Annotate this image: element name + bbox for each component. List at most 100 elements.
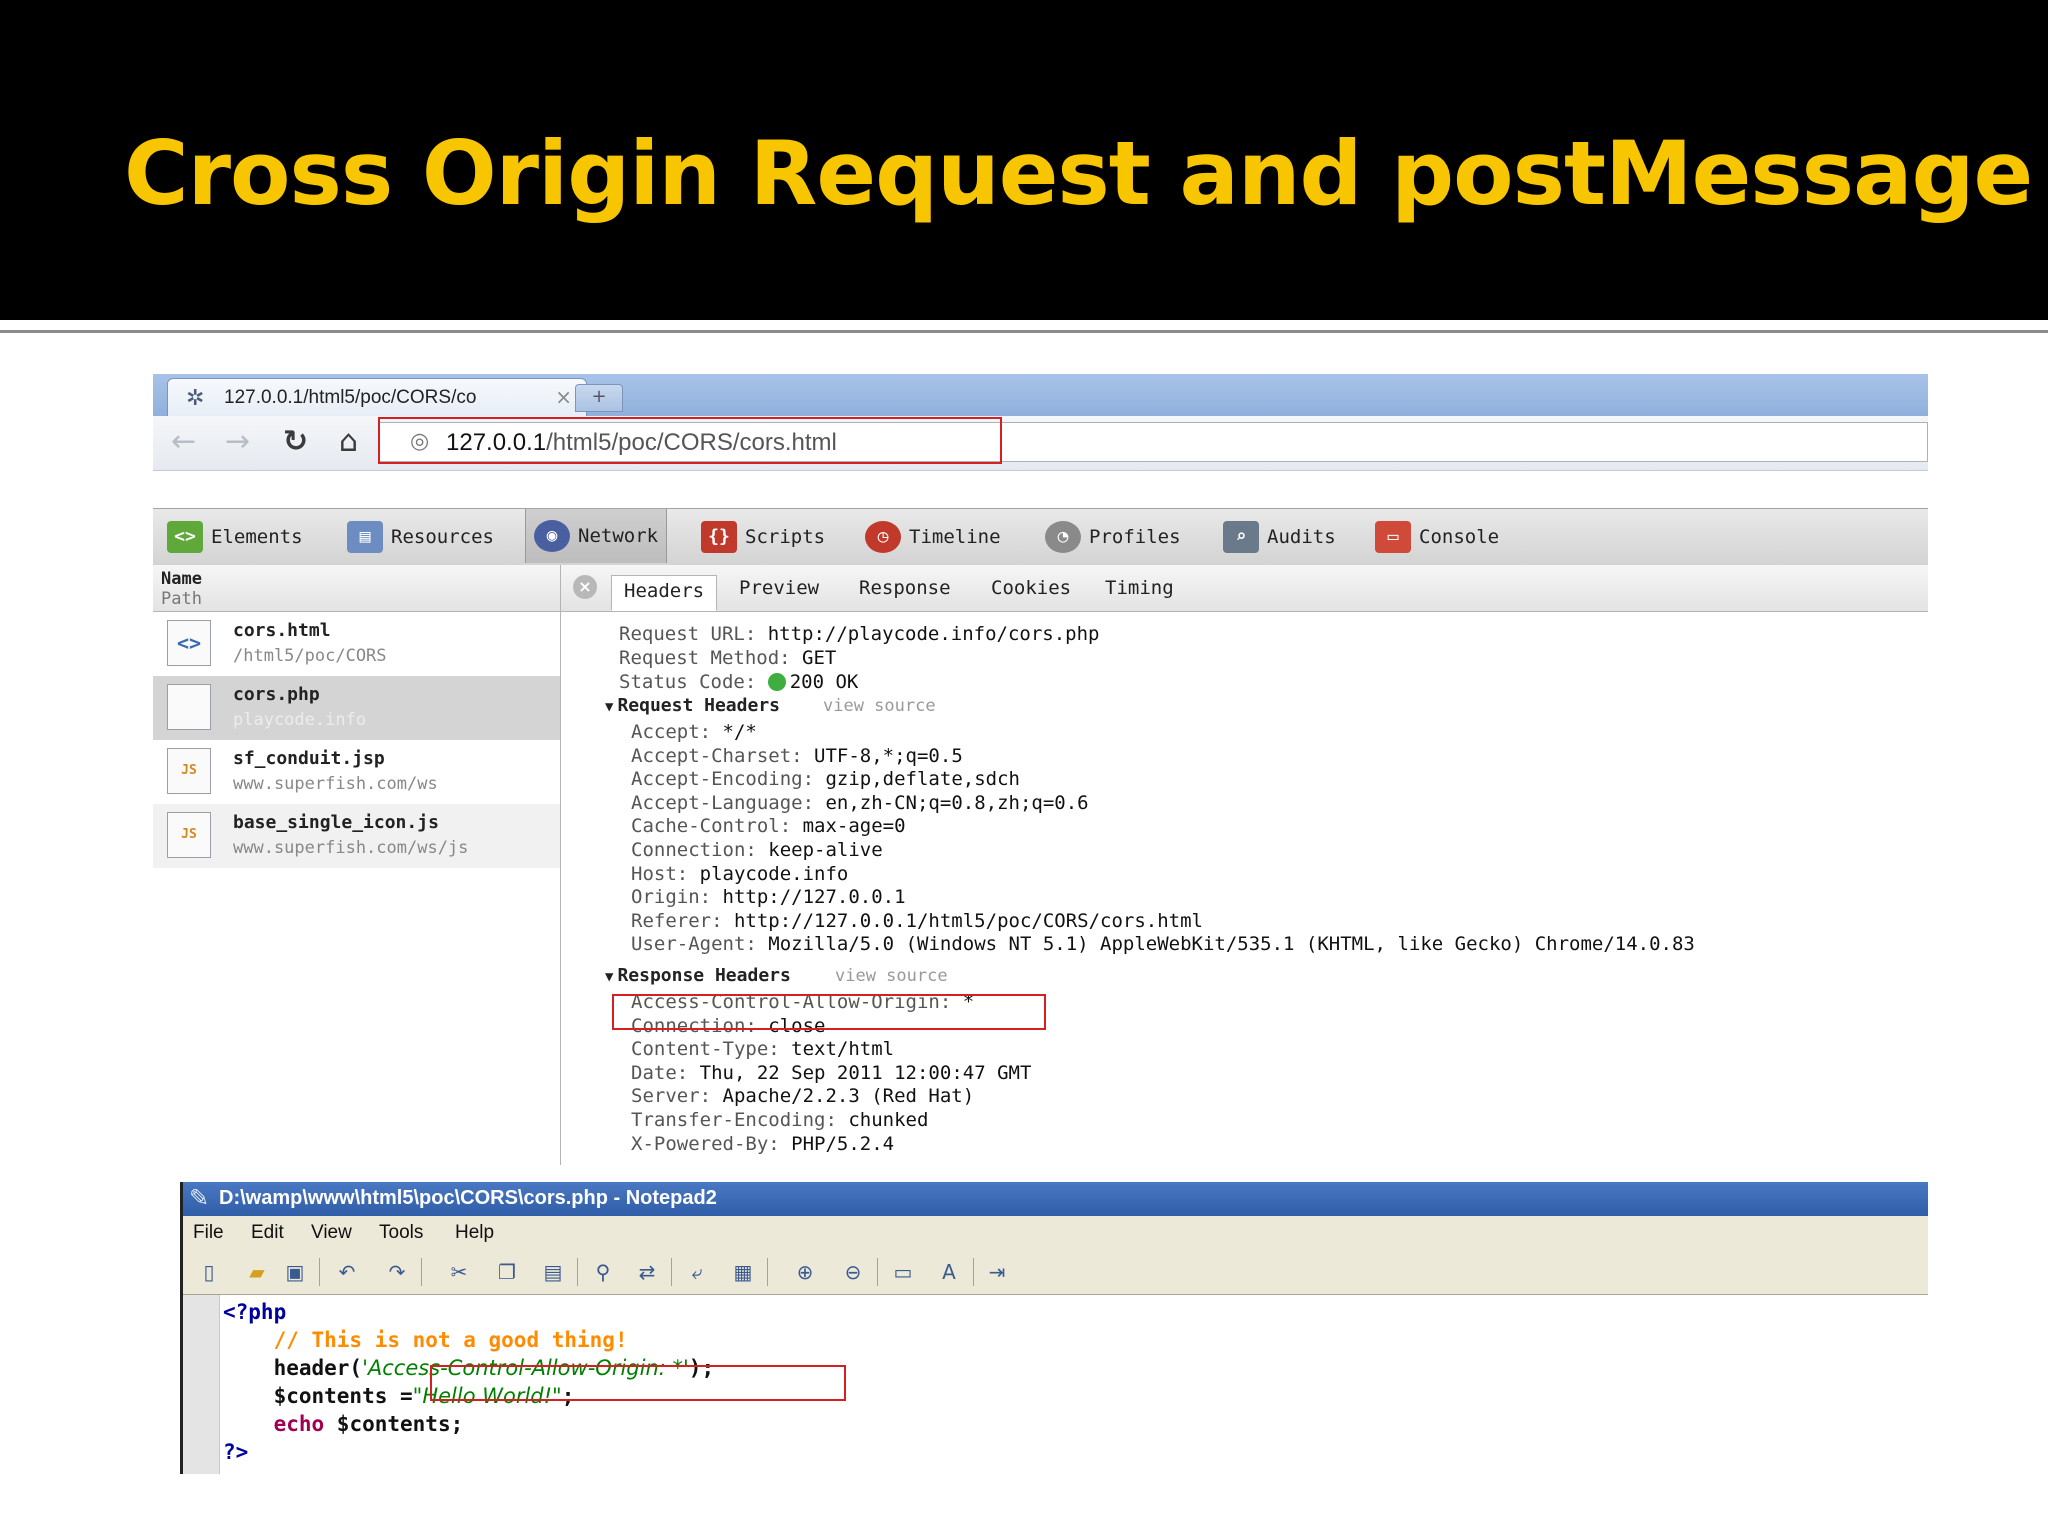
find-icon[interactable]: ⚲: [589, 1258, 617, 1286]
request-headers-toggle[interactable]: ▼ Request Headers: [605, 695, 780, 716]
header-line: Status Code: 200 OK: [619, 671, 859, 693]
browser-tab[interactable]: ✲ 127.0.0.1/html5/poc/CORS/co ×: [167, 378, 587, 416]
view-icon[interactable]: ▭: [889, 1258, 917, 1286]
tab-response[interactable]: Response: [859, 577, 951, 599]
header-value: */*: [722, 721, 757, 743]
network-icon: ◉: [534, 520, 570, 552]
header-line: X-Powered-By: PHP/5.2.4: [631, 1133, 894, 1155]
document-icon: [167, 684, 211, 730]
header-line: Transfer-Encoding: chunked: [631, 1109, 928, 1131]
header-line: Origin: http://127.0.0.1: [631, 886, 906, 908]
settings-icon[interactable]: ▦: [729, 1258, 757, 1286]
tab-audits[interactable]: ⌕ Audits: [1223, 515, 1336, 559]
tab-scripts[interactable]: {} Scripts: [701, 515, 825, 559]
scripts-icon: {}: [701, 521, 737, 553]
header-divider: [0, 330, 2048, 333]
request-name: base_single_icon.js: [233, 812, 439, 833]
view-source-link[interactable]: view source: [835, 966, 948, 986]
font-icon[interactable]: A: [935, 1258, 963, 1286]
header-key: Cache-Control:: [631, 815, 792, 838]
back-icon[interactable]: ←: [171, 426, 196, 458]
browser-tabstrip: ✲ 127.0.0.1/html5/poc/CORS/co × +: [153, 374, 1928, 416]
request-path: playcode.info: [233, 710, 367, 730]
request-row[interactable]: JS sf_conduit.jsp www.superfish.com/ws: [153, 740, 560, 804]
profiles-icon: ◔: [1045, 521, 1081, 553]
open-folder-icon[interactable]: ▰: [243, 1258, 271, 1286]
header-line: Accept: */*: [631, 721, 757, 743]
request-list-header[interactable]: Name Path: [153, 565, 560, 612]
view-source-link[interactable]: view source: [823, 696, 936, 716]
tab-cookies[interactable]: Cookies: [991, 577, 1071, 599]
save-icon[interactable]: ▣: [281, 1258, 309, 1286]
word-wrap-icon[interactable]: ⤶: [683, 1258, 711, 1286]
menu-file[interactable]: File: [193, 1222, 224, 1244]
undo-icon[interactable]: ↶: [333, 1258, 361, 1286]
timeline-icon: ◷: [865, 521, 901, 553]
header-line: Date: Thu, 22 Sep 2011 12:00:47 GMT: [631, 1062, 1031, 1084]
home-icon[interactable]: ⌂: [339, 426, 358, 458]
menu-edit[interactable]: Edit: [251, 1222, 284, 1244]
request-path: www.superfish.com/ws: [233, 774, 438, 794]
tab-profiles[interactable]: ◔ Profiles: [1045, 515, 1181, 559]
header-line: Server: Apache/2.2.3 (Red Hat): [631, 1085, 974, 1107]
reload-icon[interactable]: ↻: [283, 426, 308, 458]
tab-console[interactable]: ▭ Console: [1375, 515, 1499, 559]
header-value: PHP/5.2.4: [791, 1132, 895, 1155]
notepad-titlebar: ✎ D:\wamp\www\html5\poc\CORS\cors.php - …: [183, 1182, 1928, 1216]
new-file-icon[interactable]: ▯: [195, 1258, 223, 1286]
cut-icon[interactable]: ✂: [445, 1258, 473, 1286]
js-file-icon: JS: [167, 748, 211, 794]
exit-icon[interactable]: ⇥: [983, 1258, 1011, 1286]
name-column-header: Name: [161, 569, 202, 589]
request-details: × Headers Preview Response Cookies Timin…: [561, 565, 1928, 1165]
header-key: Server:: [631, 1085, 712, 1108]
header-value: max-age=0: [802, 815, 906, 838]
tab-timing[interactable]: Timing: [1105, 577, 1174, 599]
header-value: keep-alive: [768, 839, 883, 861]
tab-preview[interactable]: Preview: [739, 577, 819, 599]
tab-label: Profiles: [1089, 526, 1181, 548]
tab-timeline[interactable]: ◷ Timeline: [865, 515, 1001, 559]
triangle-down-icon: ▼: [605, 699, 614, 715]
zoom-in-icon[interactable]: ⊕: [791, 1258, 819, 1286]
close-icon[interactable]: ×: [555, 385, 572, 409]
path-column-header: Path: [161, 589, 202, 609]
header-value: Thu, 22 Sep 2011 12:00:47 GMT: [699, 1061, 1032, 1084]
request-row[interactable]: JS base_single_icon.js www.superfish.com…: [153, 804, 560, 868]
header-line: Host: playcode.info: [631, 863, 848, 885]
header-key: Host:: [631, 862, 689, 885]
header-key: X-Powered-By:: [631, 1132, 780, 1155]
tab-resources[interactable]: ▤ Resources: [347, 515, 494, 559]
header-value: text/html: [791, 1038, 895, 1061]
paste-icon[interactable]: ▤: [539, 1258, 567, 1286]
request-row-selected[interactable]: cors.php playcode.info: [153, 676, 560, 740]
header-key: Accept-Charset:: [631, 744, 803, 767]
loading-icon: ✲: [186, 386, 205, 411]
copy-icon[interactable]: ❐: [493, 1258, 521, 1286]
tab-network[interactable]: ◉ Network: [525, 509, 668, 563]
zoom-out-icon[interactable]: ⊖: [839, 1258, 867, 1286]
header-value: en,zh-CN;q=0.8,zh;q=0.6: [825, 791, 1089, 814]
header-line: Accept-Language: en,zh-CN;q=0.8,zh;q=0.6: [631, 792, 1089, 814]
header-value: Mozilla/5.0 (Windows NT 5.1) AppleWebKit…: [768, 933, 1695, 956]
request-row[interactable]: <> cors.html /html5/poc/CORS: [153, 612, 560, 676]
tab-label: Elements: [211, 526, 303, 548]
header-line: Content-Type: text/html: [631, 1038, 894, 1060]
acao-highlight-box: [612, 994, 1046, 1030]
header-line: User-Agent: Mozilla/5.0 (Windows NT 5.1)…: [631, 933, 1695, 955]
menu-view[interactable]: View: [311, 1222, 352, 1244]
redo-icon[interactable]: ↷: [383, 1258, 411, 1286]
header-value: playcode.info: [699, 862, 849, 885]
forward-icon[interactable]: →: [225, 426, 250, 458]
close-icon[interactable]: ×: [573, 575, 597, 599]
header-value: http://127.0.0.1: [722, 886, 906, 909]
new-tab-button[interactable]: +: [575, 384, 623, 412]
tab-label: Console: [1419, 526, 1500, 548]
menu-help[interactable]: Help: [455, 1222, 494, 1244]
header-value: Apache/2.2.3 (Red Hat): [722, 1085, 975, 1108]
response-headers-toggle[interactable]: ▼ Response Headers: [605, 965, 791, 986]
tab-elements[interactable]: <> Elements: [167, 515, 303, 559]
menu-tools[interactable]: Tools: [379, 1222, 423, 1244]
replace-icon[interactable]: ⇄: [633, 1258, 661, 1286]
tab-headers[interactable]: Headers: [611, 575, 718, 611]
